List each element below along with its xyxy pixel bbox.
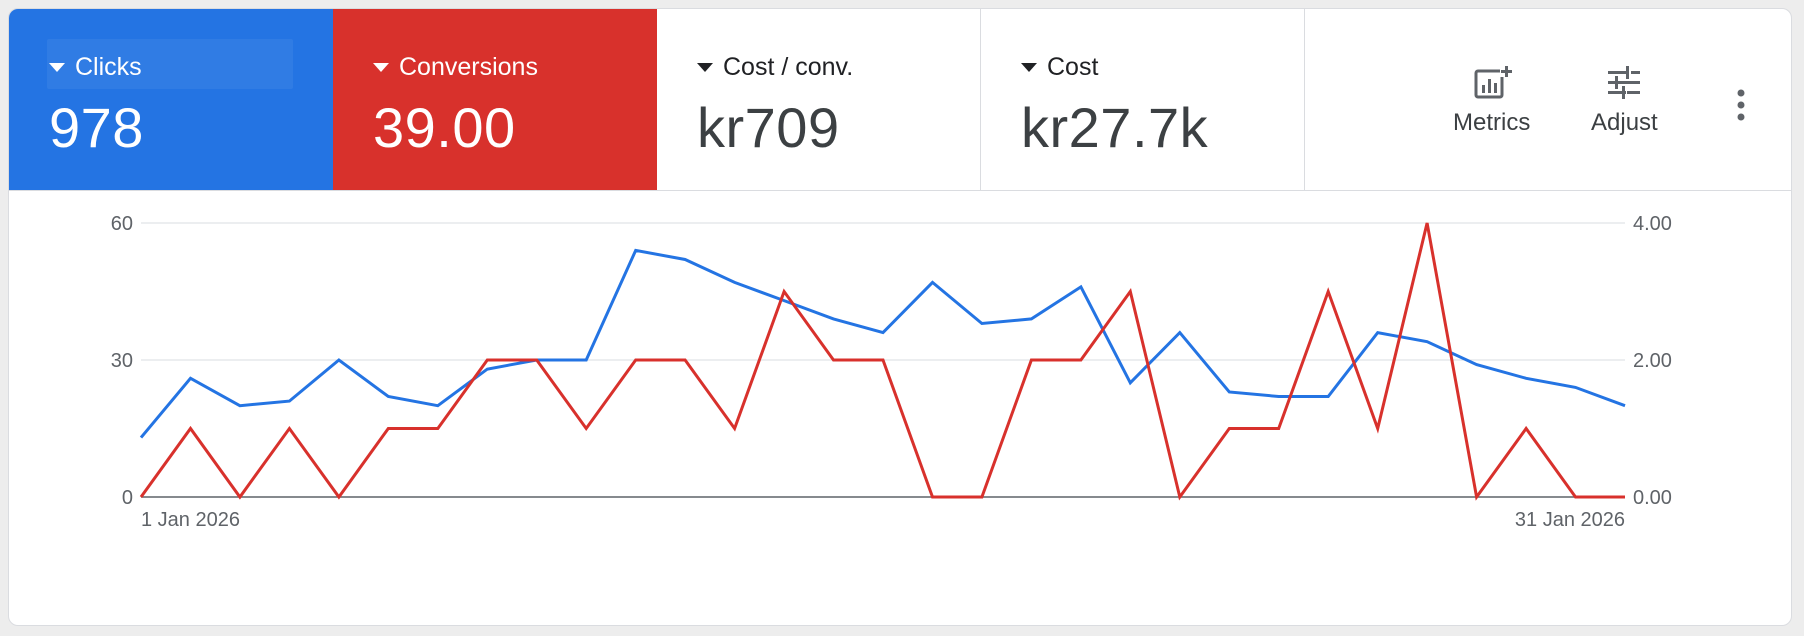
x-axis-ticks: 1 Jan 2026 31 Jan 2026: [141, 509, 1625, 531]
left-tick-label: 30: [111, 350, 133, 372]
metrics-label: Metrics: [1453, 109, 1531, 136]
line-chart: 0 30 60 0.00 2.00 4.00 1 Jan 2026 31 Jan 2026: [111, 213, 1672, 531]
left-tick-label: 0: [122, 487, 133, 509]
left-tick-label: 60: [111, 213, 133, 235]
scorecard-clicks-label[interactable]: Clicks: [49, 53, 142, 82]
adjust-button[interactable]: Adjust: [1591, 65, 1658, 137]
caret-down-icon: [49, 63, 65, 72]
left-axis-ticks: 0 30 60: [111, 213, 133, 509]
scorecard-cost-per-conv-label[interactable]: Cost / conv.: [697, 53, 853, 82]
scorecard-cost-per-conv[interactable]: Cost / conv. kr709: [657, 9, 981, 190]
right-axis-ticks: 0.00 2.00 4.00: [1633, 213, 1672, 509]
scorecard-cost-label[interactable]: Cost: [1021, 53, 1098, 82]
series-line-clicks[interactable]: [139, 248, 1626, 439]
scorecard-cost-value: kr27.7k: [1021, 96, 1209, 159]
scorecard-clicks[interactable]: Clicks 978: [9, 9, 333, 190]
right-tick-label: 2.00: [1633, 350, 1672, 372]
caret-down-icon: [697, 63, 713, 72]
more-vert-icon: [1737, 89, 1745, 121]
add-chart-icon: [1474, 65, 1512, 99]
scorecard-cost-per-conv-value: kr709: [697, 96, 840, 159]
scorecard-cost-per-conv-label-text: Cost / conv.: [723, 53, 854, 81]
scorecard-row: Clicks 978 Conversions 39.00 Cost / conv…: [9, 9, 1791, 191]
tune-icon: [1608, 66, 1641, 99]
right-tick-label: 4.00: [1633, 213, 1672, 235]
scorecard-conversions-label[interactable]: Conversions: [373, 53, 538, 82]
caret-down-icon: [1021, 63, 1037, 72]
more-options-button[interactable]: [1731, 87, 1751, 127]
x-start-label: 1 Jan 2026: [141, 509, 240, 531]
x-end-label: 31 Jan 2026: [1515, 509, 1625, 531]
scorecard-conversions-label-text: Conversions: [399, 53, 538, 81]
adjust-label: Adjust: [1591, 109, 1658, 136]
scorecard-clicks-label-text: Clicks: [75, 53, 142, 81]
scorecard-conversions-value: 39.00: [373, 96, 516, 159]
chart-area: 0 30 60 0.00 2.00 4.00 1 Jan 2026 31 Jan 2026: [9, 191, 1791, 625]
caret-down-icon: [373, 63, 389, 72]
metrics-button[interactable]: Metrics: [1453, 65, 1530, 137]
scorecard-conversions[interactable]: Conversions 39.00: [333, 9, 657, 190]
right-tick-label: 0.00: [1633, 487, 1672, 509]
scorecard-clicks-value: 978: [49, 96, 144, 159]
chart-toolbar: Metrics Adjust: [1305, 9, 1791, 190]
performance-card: Clicks 978 Conversions 39.00 Cost / conv…: [8, 8, 1792, 626]
scorecard-cost[interactable]: Cost kr27.7k: [981, 9, 1305, 190]
scorecard-cost-label-text: Cost: [1047, 53, 1099, 81]
